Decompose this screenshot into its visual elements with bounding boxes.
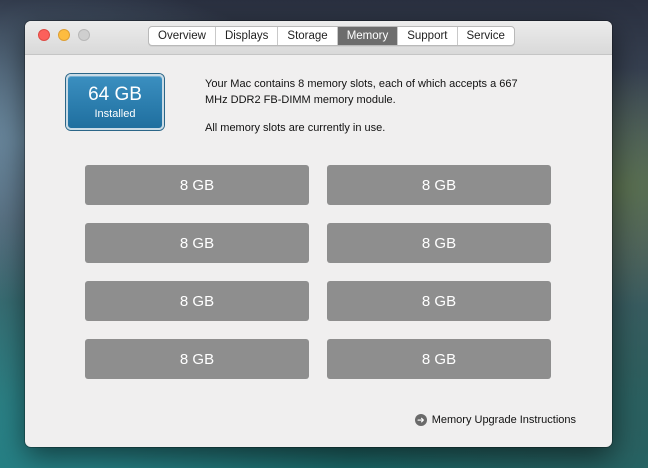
arrow-right-circle-icon: ➜ [414, 414, 427, 426]
minimize-window-button[interactable] [58, 29, 70, 41]
close-window-button[interactable] [38, 29, 50, 41]
memory-upgrade-link[interactable]: ➜ Memory Upgrade Instructions [414, 414, 576, 426]
memory-description: Your Mac contains 8 memory slots, each o… [205, 76, 525, 136]
tab-bar: Overview Displays Storage Memory Support… [148, 26, 515, 46]
memory-slot: 8 GB [85, 165, 309, 205]
tab-service[interactable]: Service [458, 27, 514, 45]
tab-displays[interactable]: Displays [216, 27, 279, 45]
zoom-window-button[interactable] [78, 29, 90, 41]
memory-slot: 8 GB [327, 223, 551, 263]
tab-memory[interactable]: Memory [337, 27, 399, 45]
memory-slot: 8 GB [327, 339, 551, 379]
tab-storage[interactable]: Storage [278, 27, 338, 45]
tab-overview[interactable]: Overview [149, 27, 216, 45]
tab-support[interactable]: Support [398, 27, 458, 45]
memory-upgrade-label: Memory Upgrade Instructions [431, 414, 576, 426]
slot-status-text: All memory slots are currently in use. [205, 122, 386, 134]
about-this-mac-window: Overview Displays Storage Memory Support… [25, 21, 612, 447]
memory-slot: 8 GB [85, 339, 309, 379]
slot-info-text: Your Mac contains 8 memory slots, each o… [205, 78, 518, 106]
memory-slot-grid: 8 GB 8 GB 8 GB 8 GB 8 GB 8 GB 8 GB 8 GB [85, 165, 551, 379]
memory-slot: 8 GB [327, 281, 551, 321]
memory-slot: 8 GB [85, 223, 309, 263]
memory-summary-badge: 64 GB Installed [66, 74, 164, 130]
memory-slot: 8 GB [327, 165, 551, 205]
memory-total: 64 GB [88, 84, 142, 105]
memory-slot: 8 GB [85, 281, 309, 321]
title-bar: Overview Displays Storage Memory Support… [25, 21, 612, 55]
memory-caption: Installed [94, 108, 136, 120]
